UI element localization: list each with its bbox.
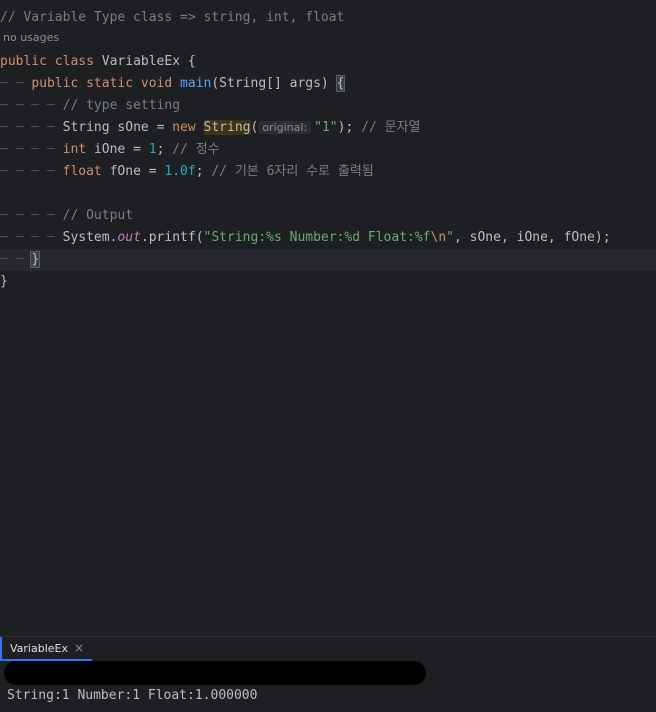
redacted-region xyxy=(4,661,426,685)
code-line-close-class[interactable]: } xyxy=(0,271,656,293)
comment: // Variable Type class => string, int, f… xyxy=(0,10,345,25)
semicolon: ; xyxy=(156,142,165,157)
keyword-public: public xyxy=(31,76,79,91)
indent-guide: ─ ─ ─ ─ xyxy=(0,142,63,157)
comment: // Output xyxy=(62,208,134,223)
matched-open-brace: { xyxy=(335,75,346,92)
type-string: String xyxy=(62,120,110,135)
keyword-class: class xyxy=(54,54,94,69)
code-editor[interactable]: // Variable Type class => string, int, f… xyxy=(0,0,656,636)
close-paren: ); xyxy=(337,120,354,135)
code-line-close-main[interactable]: ─ ─ } xyxy=(0,249,656,271)
run-tab-bar: VariableEx × xyxy=(0,637,656,661)
printf-args: , sOne, iOne, fOne); xyxy=(454,230,611,245)
string-literal: "1" xyxy=(314,120,338,135)
code-line-output-comment[interactable]: ─ ─ ─ ─ // Output xyxy=(0,205,656,227)
code-line-main-decl[interactable]: ─ ─ public static void main(String[] arg… xyxy=(0,73,656,95)
operator-assign: = xyxy=(156,120,165,135)
code-line-class-decl[interactable]: public class VariableEx { xyxy=(0,51,656,73)
indent-guide: ─ ─ ─ ─ xyxy=(0,120,63,135)
comment: // type setting xyxy=(62,98,181,113)
comment: // 문자열 xyxy=(361,120,421,135)
comment: // 정수 xyxy=(172,142,220,157)
indent-guide: ─ ─ ─ ─ xyxy=(0,208,63,223)
var-ione: iOne xyxy=(93,142,126,157)
keyword-void: void xyxy=(140,76,173,91)
code-line-1[interactable]: // Variable Type class => string, int, f… xyxy=(0,7,656,29)
operator-assign: = xyxy=(133,142,141,157)
system-class: System. xyxy=(62,230,118,245)
keyword-new: new xyxy=(172,120,196,135)
code-line-printf[interactable]: ─ ─ ─ ─ System.out.printf("String:%s Num… xyxy=(0,227,656,249)
method-printf: .printf( xyxy=(140,230,204,245)
run-tool-window: VariableEx × String:1 Number:1 Float:1.0… xyxy=(0,636,656,712)
comment: // 기본 6자리 수로 출력됨 xyxy=(211,164,374,179)
close-brace: } xyxy=(0,274,8,289)
parameter-hint: original: xyxy=(258,121,312,134)
open-brace: { xyxy=(187,54,196,69)
code-line-float-decl[interactable]: ─ ─ ─ ─ float fOne = 1.0f; // 기본 6자리 수로 … xyxy=(0,161,656,183)
string-quote: " xyxy=(446,230,454,245)
indent-guide: ─ ─ ─ ─ xyxy=(0,230,63,245)
method-params: (String[] args) xyxy=(211,76,329,91)
format-string: "String:%s Number:%d Float:%f xyxy=(203,230,431,245)
escape-sequence: \n xyxy=(430,230,447,245)
keyword-static: static xyxy=(86,76,134,91)
operator-assign: = xyxy=(148,164,157,179)
number-literal: 1 xyxy=(148,142,157,157)
keyword-int: int xyxy=(62,142,87,157)
keyword-float: float xyxy=(62,164,102,179)
field-out: out xyxy=(117,230,141,245)
var-sone: sOne xyxy=(117,120,149,135)
code-line-string-decl[interactable]: ─ ─ ─ ─ String sOne = new String(origina… xyxy=(0,117,656,139)
var-fone: fOne xyxy=(109,164,141,179)
constructor-string-highlighted: String xyxy=(203,120,251,135)
indent-guide: ─ ─ ─ ─ xyxy=(0,164,63,179)
code-line-type-setting-comment[interactable]: ─ ─ ─ ─ // type setting xyxy=(0,95,656,117)
number-literal: 1.0f xyxy=(164,164,196,179)
run-tab-variableex[interactable]: VariableEx × xyxy=(0,637,93,661)
matched-close-brace: } xyxy=(30,251,41,268)
class-name: VariableEx xyxy=(101,54,181,69)
close-icon[interactable]: × xyxy=(74,641,84,655)
run-tab-label: VariableEx xyxy=(10,641,68,655)
console-output: String:1 Number:1 Float:1.000000 xyxy=(7,688,258,703)
semicolon: ; xyxy=(195,164,204,179)
indent-guide: ─ ─ ─ ─ xyxy=(0,98,63,113)
method-name: main xyxy=(180,76,212,91)
code-line-int-decl[interactable]: ─ ─ ─ ─ int iOne = 1; // 정수 xyxy=(0,139,656,161)
indent-guide: ─ ─ xyxy=(0,252,32,267)
keyword-public: public xyxy=(0,54,47,69)
indent-guide: ─ ─ xyxy=(0,76,32,91)
usages-hint[interactable]: no usages xyxy=(3,31,59,44)
